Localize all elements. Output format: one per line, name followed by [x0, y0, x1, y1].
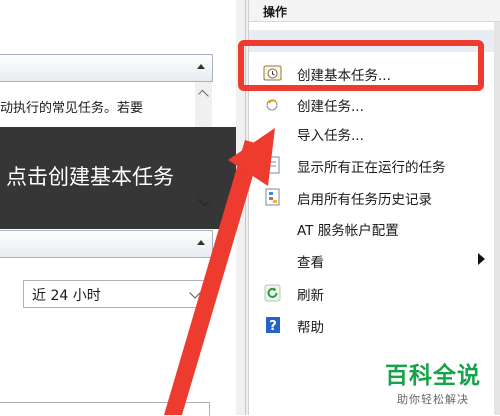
help-icon: ?: [266, 317, 280, 334]
action-at-service-account[interactable]: AT 服务帐户配置: [249, 213, 500, 243]
refresh-icon: [264, 284, 281, 302]
bottom-panel: [0, 402, 210, 416]
scroll-up-icon[interactable]: [198, 89, 209, 101]
history-icon: [265, 188, 280, 206]
chevron-down-icon[interactable]: [189, 287, 201, 299]
actions-header: 操作: [249, 0, 500, 22]
action-label: 显示所有正在运行的任务: [297, 160, 446, 176]
action-label: AT 服务帐户配置: [297, 223, 399, 239]
action-import-task[interactable]: 导入任务...: [249, 118, 500, 148]
watermark-title: 百科全说: [385, 363, 481, 389]
list-icon: [265, 156, 280, 174]
collapse-chevron-icon[interactable]: [197, 240, 205, 245]
svg-text:?: ?: [269, 319, 277, 334]
actions-scrollbar[interactable]: [494, 22, 500, 415]
caption-text: 点击创建基本任务: [6, 165, 174, 189]
description-text: 动执行的常见任务。若要: [0, 101, 144, 116]
collapse-chevron-icon[interactable]: [197, 64, 205, 69]
instruction-caption: 点击创建基本任务: [0, 127, 256, 229]
action-label: 刷新: [297, 288, 324, 304]
time-range-select[interactable]: 近 24 小时: [23, 280, 208, 308]
action-view[interactable]: 查看: [249, 245, 500, 275]
action-label: 导入任务...: [297, 128, 364, 144]
action-enable-task-history[interactable]: 启用所有任务历史记录: [249, 182, 500, 212]
action-help[interactable]: ? 帮助: [249, 310, 500, 340]
watermark-subtitle: 助你轻松解决: [397, 393, 469, 406]
watermark: 百科全说 助你轻松解决: [372, 356, 494, 407]
action-label: 帮助: [297, 320, 324, 336]
section-header-bar[interactable]: [0, 54, 213, 82]
action-refresh[interactable]: 刷新: [249, 278, 500, 308]
submenu-arrow-icon: [478, 253, 485, 265]
task-icon: [266, 99, 278, 111]
time-range-value: 近 24 小时: [32, 288, 101, 304]
highlight-box: [238, 40, 484, 91]
action-label: 创建任务...: [297, 99, 364, 115]
action-show-running-tasks[interactable]: 显示所有正在运行的任务: [249, 150, 500, 180]
action-create-task[interactable]: 创建任务...: [249, 89, 500, 119]
action-label: 启用所有任务历史记录: [297, 192, 432, 208]
action-label: 查看: [297, 255, 324, 271]
section-header-bar-2[interactable]: [0, 230, 213, 258]
